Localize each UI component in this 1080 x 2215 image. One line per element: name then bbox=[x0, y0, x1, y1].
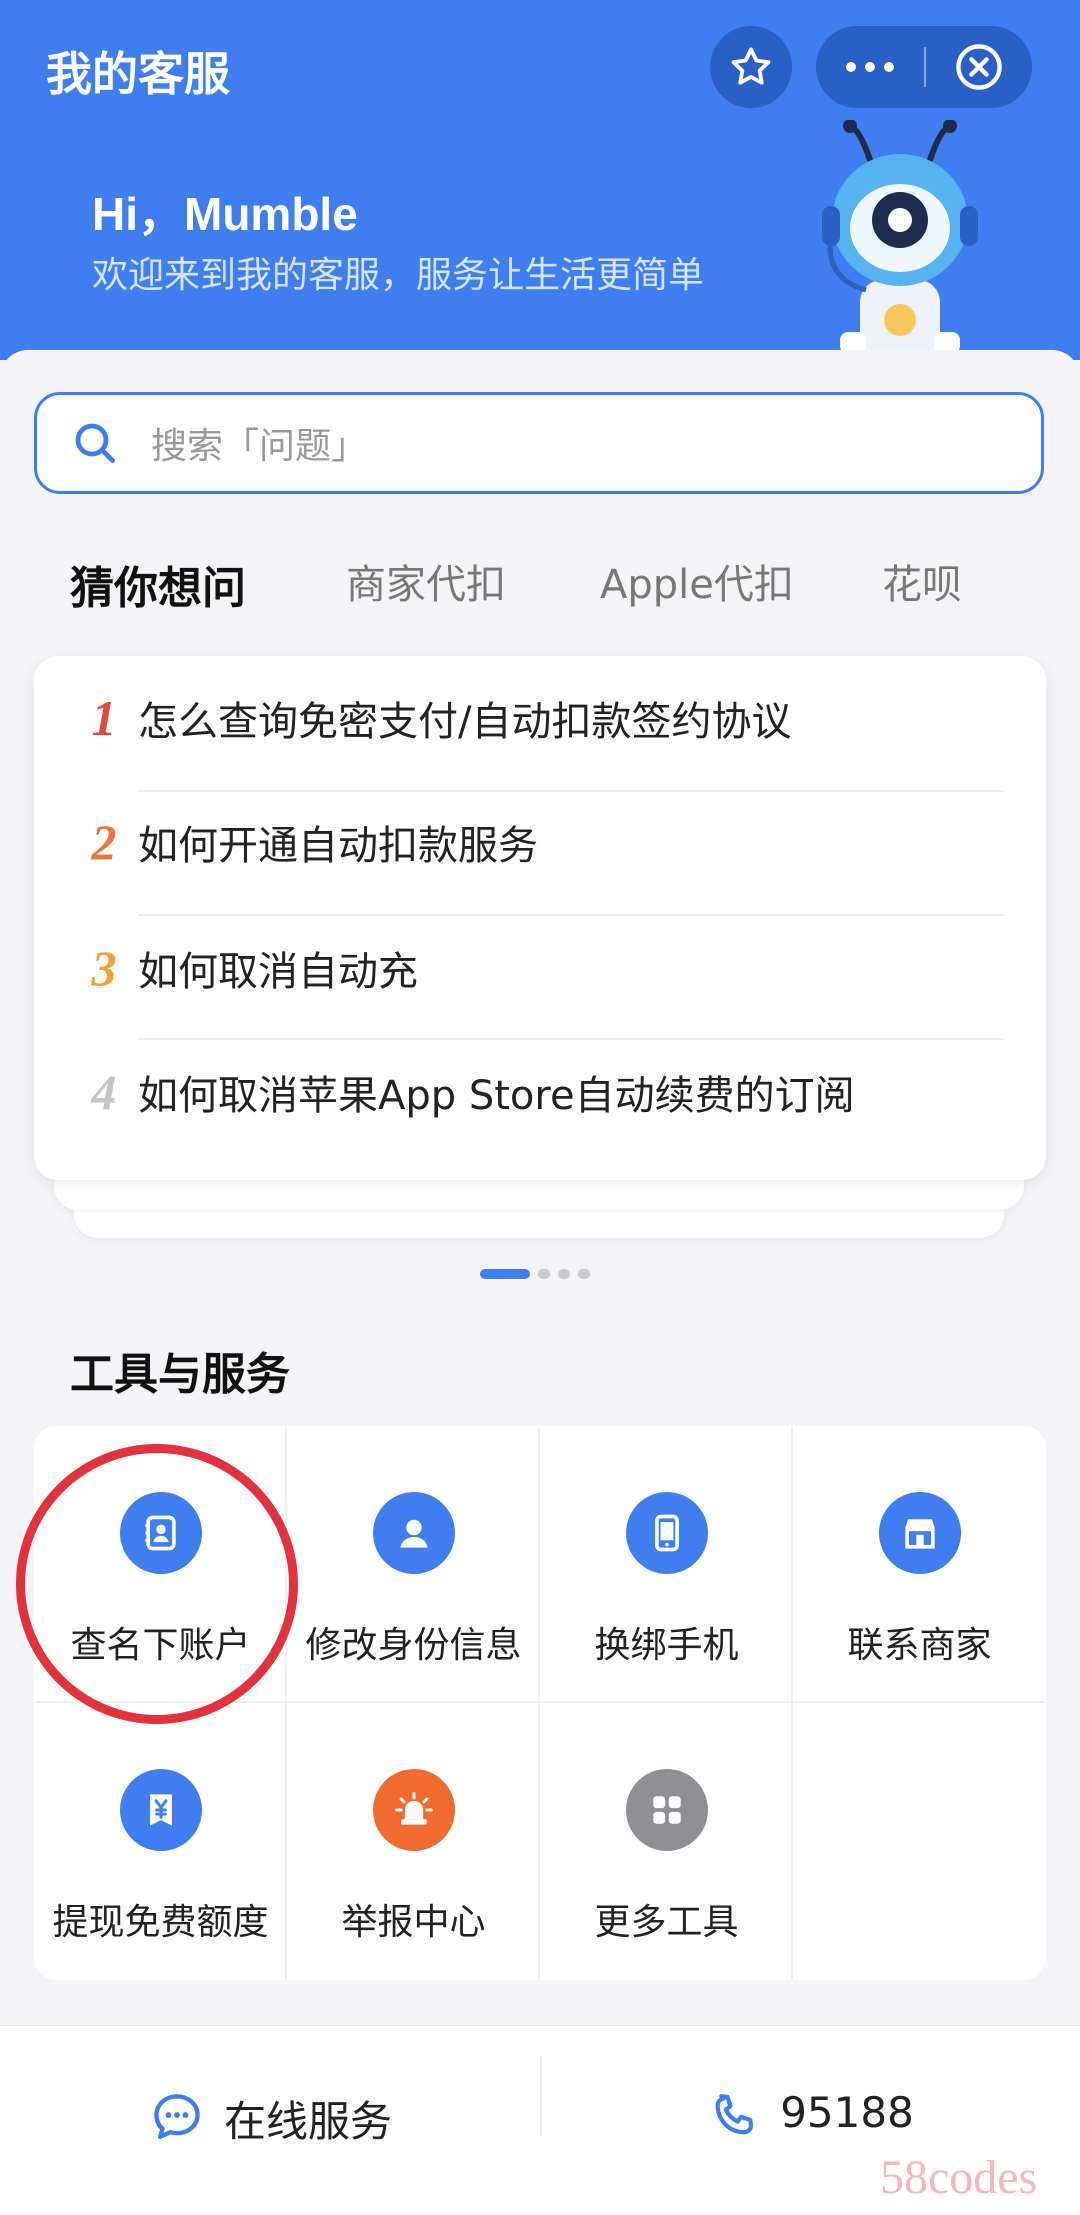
tool-label: 更多工具 bbox=[594, 1902, 739, 1943]
tools-section-title: 工具与服务 bbox=[70, 1349, 290, 1400]
faq-item[interactable]: 1 怎么查询免密支付/自动扣款签约协议 bbox=[34, 656, 1046, 780]
welcome-subtitle: 欢迎来到我的客服，服务让生活更简单 bbox=[92, 255, 705, 296]
alarm-icon bbox=[373, 1769, 455, 1851]
more-dot-icon bbox=[884, 62, 894, 72]
pager-dot[interactable] bbox=[558, 1269, 570, 1279]
tool-check-accounts[interactable]: 查名下账户 bbox=[34, 1426, 287, 1703]
more-button[interactable] bbox=[816, 26, 924, 108]
more-dot-icon bbox=[846, 62, 856, 72]
yuan-icon bbox=[120, 1769, 202, 1851]
faq-card: 1 怎么查询免密支付/自动扣款签约协议 2 如何开通自动扣款服务 3 如何取消自… bbox=[34, 656, 1046, 1180]
pager-dot-active[interactable] bbox=[480, 1269, 530, 1279]
tab-guess[interactable]: 猜你想问 bbox=[70, 552, 246, 616]
tool-label: 换绑手机 bbox=[594, 1625, 739, 1666]
account-card-icon bbox=[120, 1492, 202, 1574]
phone-call-icon bbox=[715, 2094, 754, 2135]
faq-question: 如何取消苹果App Store自动续费的订阅 bbox=[138, 1073, 855, 1119]
tab-merchant-deduction[interactable]: 商家代扣 bbox=[346, 552, 506, 610]
tool-label: 举报中心 bbox=[341, 1902, 486, 1943]
chat-bubble-icon bbox=[154, 2094, 200, 2139]
person-icon bbox=[373, 1492, 455, 1574]
tab-apple-deduction[interactable]: Apple代扣 bbox=[600, 552, 794, 610]
faq-rank: 2 bbox=[91, 814, 117, 870]
faq-tabs: 猜你想问 商家代扣 Apple代扣 花呗 bbox=[70, 552, 1050, 614]
tool-withdraw-free-quota[interactable]: 提现免费额度 bbox=[34, 1703, 287, 1980]
greeting: Hi，Mumble bbox=[92, 188, 358, 240]
search-placeholder: 搜索「问题」 bbox=[151, 426, 368, 467]
store-icon bbox=[879, 1492, 961, 1574]
tool-label: 联系商家 bbox=[847, 1625, 992, 1666]
miniapp-capsule bbox=[816, 26, 1032, 108]
star-icon bbox=[731, 47, 771, 85]
faq-question: 如何开通自动扣款服务 bbox=[138, 823, 538, 869]
pager-dot[interactable] bbox=[538, 1269, 550, 1279]
pager-dots bbox=[480, 1268, 590, 1280]
close-button[interactable] bbox=[926, 26, 1032, 108]
watermark: 58codes bbox=[880, 2151, 1038, 2204]
tool-change-phone[interactable]: 换绑手机 bbox=[540, 1426, 793, 1703]
tool-report-center[interactable]: 举报中心 bbox=[287, 1703, 540, 1980]
page-title: 我的客服 bbox=[46, 47, 230, 101]
faq-item[interactable]: 4 如何取消苹果App Store自动续费的订阅 bbox=[34, 1030, 1046, 1154]
faq-rank: 4 bbox=[91, 1064, 117, 1120]
tool-empty-slot bbox=[793, 1703, 1046, 1980]
tools-grid: 查名下账户 修改身份信息 换绑手机 联系商家 提现免费额度 举报中心 更多工具 bbox=[34, 1426, 1046, 1980]
faq-rank: 3 bbox=[91, 940, 117, 996]
pager-dot[interactable] bbox=[578, 1269, 590, 1279]
tool-label: 查名下账户 bbox=[70, 1625, 251, 1666]
tool-label: 提现免费额度 bbox=[52, 1902, 269, 1943]
tool-edit-identity[interactable]: 修改身份信息 bbox=[287, 1426, 540, 1703]
hotline-number: 95188 bbox=[780, 2088, 914, 2137]
favorite-button[interactable] bbox=[710, 26, 792, 108]
search-input[interactable]: 搜索「问题」 bbox=[34, 392, 1044, 494]
faq-item[interactable]: 2 如何开通自动扣款服务 bbox=[34, 780, 1046, 904]
faq-item[interactable]: 3 如何取消自动充 bbox=[34, 906, 1046, 1030]
online-service-button[interactable]: 在线服务 bbox=[0, 2026, 540, 2215]
grid-icon bbox=[626, 1769, 708, 1851]
phone-icon bbox=[626, 1492, 708, 1574]
mascot-robot-icon bbox=[822, 120, 978, 360]
tool-more-tools[interactable]: 更多工具 bbox=[540, 1703, 793, 1980]
faq-question: 如何取消自动充 bbox=[138, 949, 418, 995]
more-dot-icon bbox=[865, 62, 875, 72]
tool-contact-merchant[interactable]: 联系商家 bbox=[793, 1426, 1046, 1703]
search-icon bbox=[71, 419, 129, 467]
online-service-label: 在线服务 bbox=[223, 2097, 392, 2146]
tool-label: 修改身份信息 bbox=[305, 1625, 522, 1666]
close-circle-icon bbox=[956, 44, 1002, 90]
tab-huabei[interactable]: 花呗 bbox=[882, 552, 962, 610]
faq-rank: 1 bbox=[91, 690, 117, 746]
faq-question: 怎么查询免密支付/自动扣款签约协议 bbox=[138, 699, 792, 745]
